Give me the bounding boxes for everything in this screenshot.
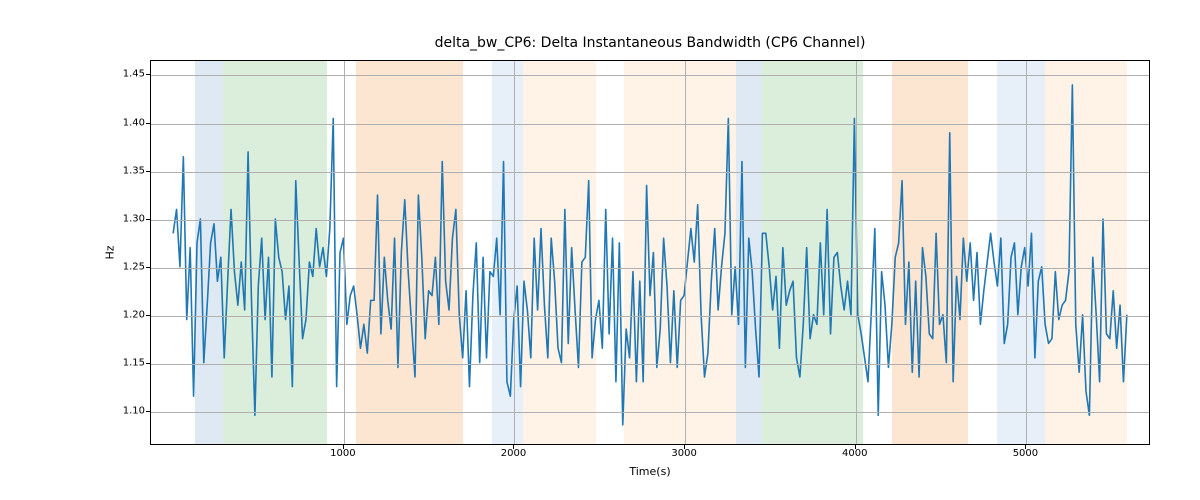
y-tick-label: 1.20: [123, 310, 145, 321]
figure: delta_bw_CP6: Delta Instantaneous Bandwi…: [0, 0, 1200, 500]
chart-title: delta_bw_CP6: Delta Instantaneous Bandwi…: [150, 35, 1150, 51]
y-tick-mark: [146, 363, 150, 364]
grid-line: [151, 364, 1149, 365]
x-tick-label: 4000: [842, 448, 867, 459]
y-tick-mark: [146, 74, 150, 75]
x-tick-label: 5000: [1013, 448, 1038, 459]
grid-line: [151, 316, 1149, 317]
y-tick-mark: [146, 123, 150, 124]
x-tick-label: 1000: [330, 448, 355, 459]
x-tick-label: 2000: [501, 448, 526, 459]
y-axis-label: Hz: [100, 60, 120, 445]
grid-line: [344, 61, 345, 444]
grid-line: [685, 61, 686, 444]
grid-line: [151, 220, 1149, 221]
y-tick-label: 1.15: [123, 358, 145, 369]
grid-line: [1026, 61, 1027, 444]
x-tick-label: 3000: [671, 448, 696, 459]
y-tick-mark: [146, 171, 150, 172]
y-tick-label: 1.30: [123, 213, 145, 224]
grid-line: [151, 412, 1149, 413]
y-tick-mark: [146, 411, 150, 412]
plot-area: [150, 60, 1150, 445]
y-tick-label: 1.35: [123, 165, 145, 176]
line-trace: [151, 61, 1149, 444]
y-tick-label: 1.25: [123, 261, 145, 272]
y-tick-label: 1.40: [123, 117, 145, 128]
grid-line: [856, 61, 857, 444]
y-tick-mark: [146, 267, 150, 268]
grid-line: [151, 268, 1149, 269]
y-tick-mark: [146, 315, 150, 316]
x-axis-label: Time(s): [150, 465, 1150, 478]
grid-line: [151, 75, 1149, 76]
y-tick-label: 1.45: [123, 69, 145, 80]
grid-line: [514, 61, 515, 444]
y-tick-label: 1.10: [123, 406, 145, 417]
series-line: [173, 85, 1127, 425]
grid-line: [151, 172, 1149, 173]
grid-line: [151, 124, 1149, 125]
y-tick-mark: [146, 219, 150, 220]
